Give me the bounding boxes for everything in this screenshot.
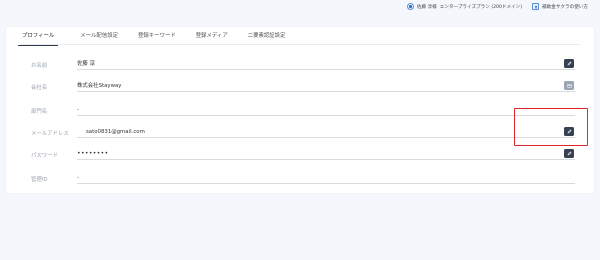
user-icon [406,3,414,10]
edit-name-button[interactable] [564,59,574,68]
company-value: 株式会社Stayway [77,82,575,92]
calendar-icon [567,84,571,88]
row-company: 会社名 株式会社Stayway [6,81,594,103]
name-value: 佐藤 淳 [77,60,575,70]
admin-id-value: - [77,174,575,184]
edit-password-button[interactable] [564,149,574,158]
password-value: •••••••• [77,150,575,160]
email-label: メールアドレス [31,131,69,137]
department-value: - [77,106,575,116]
pencil-icon [567,151,571,156]
password-label: パスワード [31,153,58,159]
plan-label: エンタープライズプラン (200ドメイン) [439,4,523,10]
tab-media[interactable]: 登録メディア [196,31,228,45]
help-label: 補助金サクラの使い方 [542,4,588,10]
highlight-annotation [514,108,588,146]
company-action-button[interactable] [564,81,574,90]
account-menu[interactable]: 佐藤 淳様 エンタープライズプラン (200ドメイン) [406,3,523,10]
help-icon [532,3,540,10]
pencil-icon [567,61,571,66]
row-email: メールアドレス sato0831@gmail.com [6,127,594,149]
row-name: お名前 佐藤 淳 [6,59,594,81]
top-bar: 佐藤 淳様 エンタープライズプラン (200ドメイン) 補助金サクラの使い方 [0,0,600,13]
email-value: sato0831@gmail.com [77,128,575,138]
row-admin-id: 管理ID - [6,173,594,195]
admin-id-label: 管理ID [31,177,48,183]
row-password: パスワード •••••••• [6,149,594,171]
help-link[interactable]: 補助金サクラの使い方 [532,3,588,10]
tab-mail-settings[interactable]: メール配信設定 [80,31,118,45]
row-department: 部門名 - [6,105,594,127]
name-label: お名前 [31,63,48,69]
tab-keywords[interactable]: 登録キーワード [138,31,176,45]
settings-card: プロフィール メール配信設定 登録キーワード 登録メディア 二要素認証設定 お名… [6,27,594,193]
company-label: 会社名 [31,85,48,91]
tab-profile[interactable]: プロフィール [17,31,59,47]
settings-tabs: プロフィール メール配信設定 登録キーワード 登録メディア 二要素認証設定 [17,31,580,47]
department-label: 部門名 [31,109,48,115]
tab-two-factor[interactable]: 二要素認証設定 [248,31,286,45]
user-name: 佐藤 淳様 [416,4,437,10]
